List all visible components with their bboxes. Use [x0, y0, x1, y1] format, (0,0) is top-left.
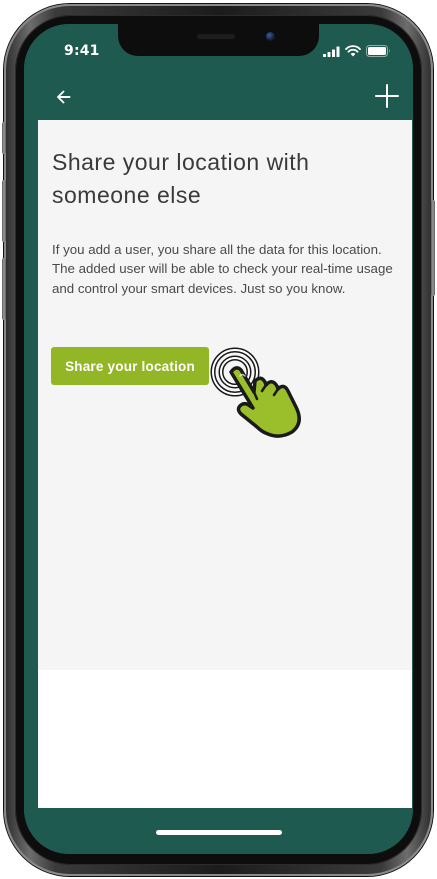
- arrow-left-icon: [57, 90, 71, 104]
- tapping-hand-icon: [210, 347, 301, 438]
- share-location-button[interactable]: Share your location: [51, 347, 209, 385]
- bottom-bar: [24, 808, 413, 854]
- battery-icon: [366, 45, 390, 57]
- side-button-volume-up: [2, 180, 6, 242]
- side-button-volume-down: [2, 258, 6, 320]
- phone-screen: 9:41 Share your location with someone el…: [24, 24, 413, 854]
- notch: [118, 24, 319, 56]
- signal-icon: [323, 46, 340, 57]
- screenshot-canvas: 9:41 Share your location with someone el…: [0, 0, 437, 879]
- add-user-button[interactable]: [373, 82, 401, 110]
- status-bar: 9:41: [24, 24, 413, 76]
- app-bar: [24, 76, 413, 120]
- back-button[interactable]: [52, 85, 76, 109]
- main-content: Share your location with someone else If…: [38, 120, 412, 808]
- front-camera-icon: [266, 32, 275, 41]
- page-title: Share your location with someone else: [52, 149, 310, 208]
- home-indicator[interactable]: [156, 830, 282, 835]
- side-button-power: [431, 200, 435, 296]
- status-time: 9:41: [64, 43, 100, 59]
- status-icons: [323, 45, 391, 57]
- side-button-mute: [2, 122, 6, 154]
- wifi-icon: [345, 45, 361, 57]
- content-lower-area: [38, 670, 412, 808]
- speaker-grille: [197, 34, 235, 39]
- page-description: If you add a user, you share all the dat…: [52, 242, 393, 296]
- plus-icon: [375, 84, 399, 108]
